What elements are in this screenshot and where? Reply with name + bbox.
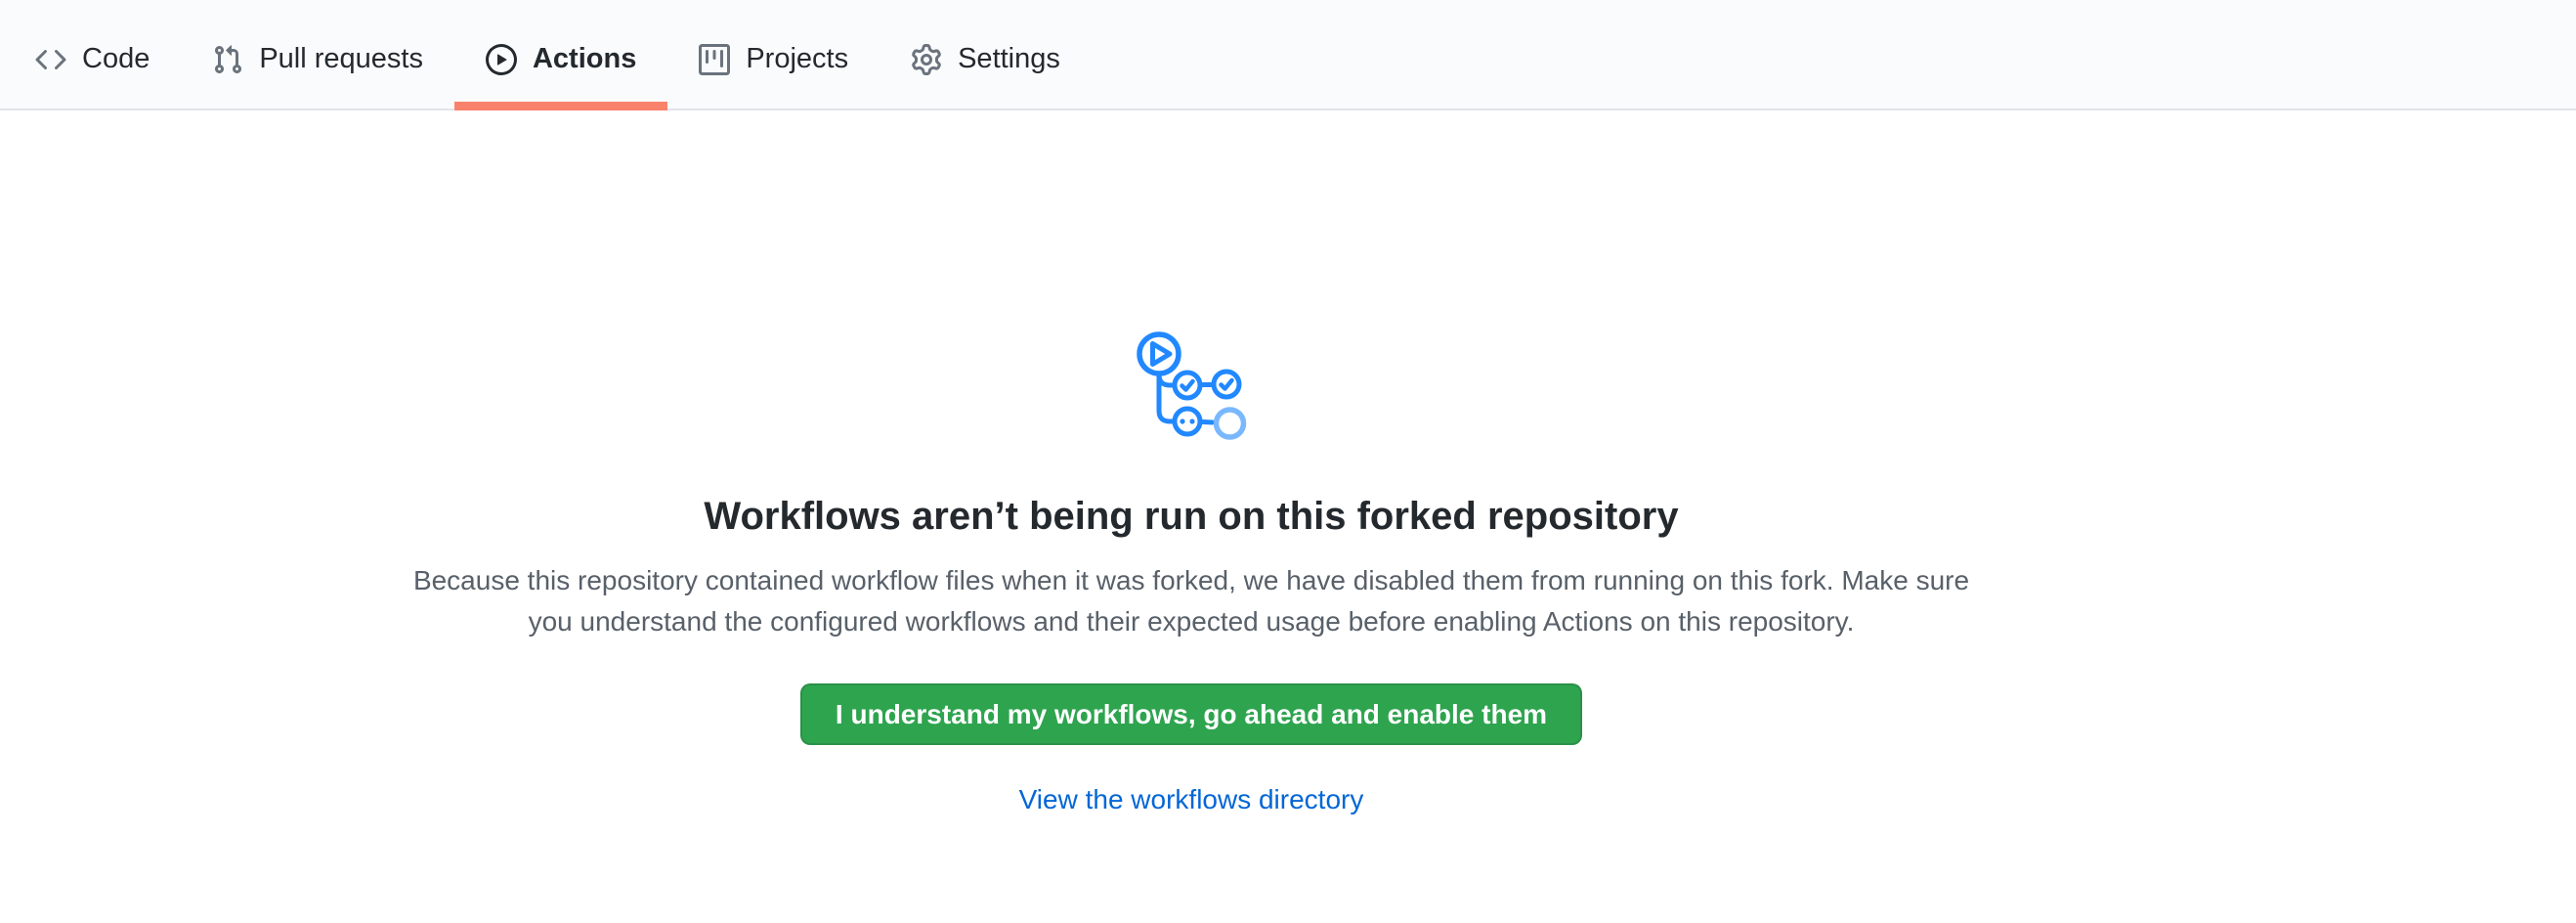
- page-title: Workflows aren’t being run on this forke…: [0, 492, 2383, 541]
- tab-projects[interactable]: Projects: [667, 0, 880, 109]
- tab-pull-requests[interactable]: Pull requests: [181, 0, 454, 109]
- code-icon: [35, 44, 66, 75]
- git-pull-request-icon: [212, 44, 243, 75]
- workflows-directory-link[interactable]: View the workflows directory: [1019, 784, 1364, 814]
- tab-settings[interactable]: Settings: [880, 0, 1092, 109]
- tab-code[interactable]: Code: [4, 0, 181, 109]
- tab-projects-label: Projects: [746, 45, 848, 73]
- tab-pull-requests-label: Pull requests: [259, 45, 423, 73]
- tab-actions-label: Actions: [533, 45, 636, 73]
- project-icon: [699, 44, 730, 75]
- tab-settings-label: Settings: [958, 45, 1060, 73]
- tab-actions[interactable]: Actions: [454, 0, 667, 109]
- repo-tab-bar: Code Pull requests Actions Projects Sett…: [0, 0, 2576, 110]
- play-icon: [486, 44, 517, 75]
- actions-blankslate: Workflows aren’t being run on this forke…: [0, 110, 2383, 815]
- tab-code-label: Code: [82, 45, 150, 73]
- gear-icon: [911, 44, 942, 75]
- enable-workflows-button[interactable]: I understand my workflows, go ahead and …: [800, 683, 1582, 745]
- blankslate-description: Because this repository contained workfl…: [409, 560, 1973, 642]
- workflow-graph-icon: [1137, 331, 1247, 441]
